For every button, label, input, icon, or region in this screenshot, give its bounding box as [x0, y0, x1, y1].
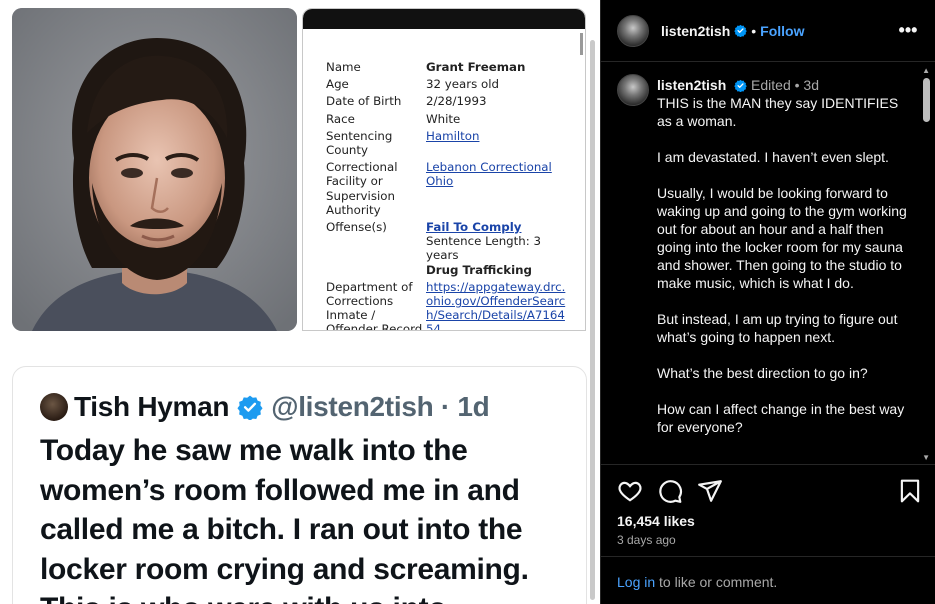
- record-row-name: Name Grant Freeman: [326, 60, 571, 74]
- tweet-author-name: Tish Hyman: [74, 391, 230, 422]
- caption-meta: Edited • 3d: [751, 77, 819, 93]
- inmate-info-table: Name Grant Freeman Age 32 years old Date…: [326, 60, 571, 331]
- record-label: Date of Birth: [326, 94, 402, 109]
- follow-button[interactable]: Follow: [760, 23, 804, 39]
- separator-dot: •: [751, 22, 757, 39]
- scroll-down-icon[interactable]: ▼: [922, 453, 930, 462]
- record-row-race: Race White: [326, 112, 571, 126]
- record-label: Correctional Facility or Supervision Aut…: [326, 160, 398, 217]
- caption-body: listen2tish Edited • 3d THIS is the MAN …: [657, 76, 909, 454]
- record-label: Age: [326, 77, 349, 92]
- card-top-bar: [303, 9, 585, 29]
- card-scrollbar: [580, 33, 583, 55]
- caption-paragraph: THIS is the MAN they say IDENTIFIES as a…: [657, 95, 899, 129]
- verified-badge-icon: [734, 79, 747, 93]
- caption-avatar[interactable]: [617, 74, 649, 106]
- record-label: Offense(s): [326, 220, 387, 235]
- offense-link: Fail To Comply: [426, 220, 522, 235]
- record-value: 2/28/1993: [426, 94, 487, 109]
- bookmark-icon[interactable]: [897, 478, 923, 504]
- facility-link: Lebanon Correctional Ohio: [426, 160, 552, 189]
- login-prompt: Log in to like or comment.: [601, 556, 935, 604]
- record-row-offense: Offense(s) Fail To Comply Sentence Lengt…: [326, 220, 571, 277]
- comment-icon[interactable]: [657, 478, 683, 504]
- tweet-screenshot: Tish Hyman @listen2tish · 1d Today he sa…: [12, 366, 587, 604]
- caption-username[interactable]: listen2tish: [657, 77, 726, 93]
- offense-2: Drug Trafficking: [426, 262, 532, 277]
- record-row-url: Department of Corrections Inmate / Offen…: [326, 279, 571, 331]
- mugshot-photo: [12, 8, 297, 331]
- scroll-thumb[interactable]: [923, 78, 930, 122]
- tweet-text: Today he saw me walk into the women’s ro…: [40, 434, 529, 604]
- inmate-record-card: Name Grant Freeman Age 32 years old Date…: [302, 8, 586, 331]
- sentence-length: Sentence Length: 3 years: [426, 234, 541, 263]
- login-rest: to like or comment.: [655, 574, 778, 590]
- media-scrollbar[interactable]: [590, 40, 595, 600]
- record-row-facility: Correctional Facility or Supervision Aut…: [326, 160, 571, 217]
- author-avatar[interactable]: [617, 14, 649, 47]
- record-label: Name: [326, 60, 361, 74]
- paper-plane-icon[interactable]: [697, 478, 723, 504]
- record-value: 32 years old: [426, 77, 499, 92]
- caption-paragraph: I am devastated. I haven’t even slept.: [657, 149, 889, 165]
- tweet-avatar: [40, 393, 68, 421]
- post-media: Name Grant Freeman Age 32 years old Date…: [0, 0, 600, 604]
- caption-area: listen2tish Edited • 3d THIS is the MAN …: [601, 62, 935, 465]
- login-link[interactable]: Log in: [617, 574, 655, 590]
- post-sidebar: listen2tish • Follow ••• listen2tish Edi…: [600, 0, 935, 604]
- record-value: White: [426, 111, 461, 126]
- verified-badge-icon: [734, 24, 748, 37]
- tweet-header: Tish Hyman @listen2tish · 1d: [40, 391, 490, 423]
- scroll-up-icon[interactable]: ▲: [922, 66, 930, 75]
- caption-paragraph: Usually, I would be looking forward to w…: [657, 185, 907, 291]
- action-bar: [617, 478, 922, 506]
- tweet-handle-time: @listen2tish · 1d: [271, 391, 490, 422]
- post-header: listen2tish • Follow •••: [601, 0, 935, 62]
- caption-paragraph: How can I affect change in the best way …: [657, 401, 905, 435]
- heart-icon[interactable]: [617, 478, 643, 504]
- author-username[interactable]: listen2tish: [661, 23, 730, 39]
- caption-paragraph: But instead, I am up trying to figure ou…: [657, 311, 898, 345]
- caption-paragraph: What’s the best direction to go in?: [657, 365, 868, 381]
- county-link: Hamilton: [426, 128, 480, 143]
- record-label: Sentencing County: [326, 128, 393, 158]
- verified-badge-icon: [237, 395, 263, 420]
- record-url-link: https://appgateway.drc.ohio.gov/Offender…: [426, 279, 566, 331]
- ellipsis-icon[interactable]: •••: [898, 20, 918, 40]
- post-time: 3 days ago: [617, 533, 676, 547]
- login-text: Log in to like or comment.: [617, 574, 777, 590]
- record-label: Department of Corrections Inmate / Offen…: [326, 279, 423, 331]
- record-row-age: Age 32 years old: [326, 77, 571, 91]
- likes-count[interactable]: 16,454 likes: [617, 513, 695, 529]
- record-value: Grant Freeman: [426, 60, 526, 74]
- record-row-county: Sentencing County Hamilton: [326, 129, 571, 157]
- caption-scrollbar[interactable]: ▲ ▼: [922, 62, 934, 464]
- record-label: Race: [326, 111, 355, 126]
- record-row-dob: Date of Birth 2/28/1993: [326, 94, 571, 108]
- mugshot-illustration: [12, 8, 297, 331]
